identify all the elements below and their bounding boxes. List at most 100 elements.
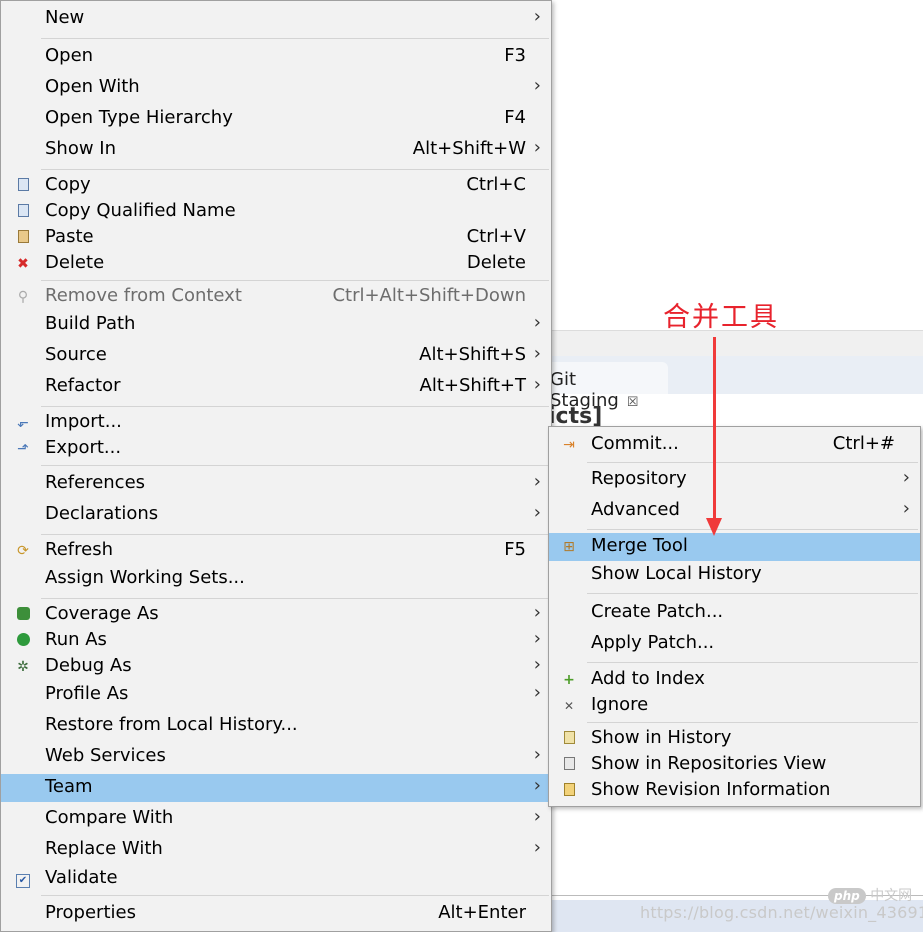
submenu-arrow-icon: ›	[533, 471, 541, 492]
refresh-icon: ⟳	[17, 543, 29, 559]
submenu-arrow-icon: ›	[533, 837, 541, 858]
submenu-item-advanced[interactable]: Advanced ›	[549, 497, 920, 525]
submenu-item-show-in-repositories-view[interactable]: Show in Repositories View	[549, 751, 920, 779]
menu-item-refactor[interactable]: Refactor Alt+Shift+T ›	[1, 373, 551, 401]
git-staging-tab[interactable]: Git Staging ☒	[540, 362, 668, 411]
revision-info-icon	[561, 783, 577, 799]
submenu-arrow-icon: ›	[533, 654, 541, 675]
menu-item-refresh[interactable]: ⟳ Refresh F5	[1, 537, 551, 565]
menu-item-paste[interactable]: Paste Ctrl+V	[1, 224, 551, 252]
submenu-arrow-icon: ›	[533, 744, 541, 765]
team-submenu: ⇥ Commit... Ctrl+# Repository › Advanced › ⊞…	[548, 426, 921, 807]
editor-toolbar	[540, 330, 923, 357]
watermark-text: https://blog.csdn.net/weixin_43691058	[640, 903, 923, 922]
menu-item-remove-from-context: ⚲ Remove from Context Ctrl+Alt+Shift+Down	[1, 283, 551, 311]
submenu-item-create-patch[interactable]: Create Patch...	[549, 599, 920, 627]
menu-item-source[interactable]: Source Alt+Shift+S ›	[1, 342, 551, 370]
annotation-arrow-head	[706, 518, 722, 536]
plus-icon: +	[563, 672, 575, 688]
bug-icon: ✲	[17, 659, 29, 675]
menu-separator	[41, 169, 549, 170]
menu-item-validate[interactable]: ✔ Validate	[1, 865, 551, 893]
menu-separator	[587, 722, 918, 723]
menu-separator	[41, 598, 549, 599]
menu-item-compare-with[interactable]: Compare With ›	[1, 805, 551, 833]
submenu-arrow-icon: ›	[533, 682, 541, 703]
submenu-item-repository[interactable]: Repository ›	[549, 466, 920, 494]
submenu-arrow-icon: ›	[902, 467, 910, 488]
menu-separator	[41, 280, 549, 281]
commit-icon: ⇥	[563, 437, 575, 453]
menu-separator	[41, 895, 549, 896]
submenu-item-show-local-history[interactable]: Show Local History	[549, 561, 920, 589]
menu-item-replace-with[interactable]: Replace With ›	[1, 836, 551, 864]
menu-item-show-in[interactable]: Show In Alt+Shift+W ›	[1, 136, 551, 164]
submenu-item-show-revision-information[interactable]: Show Revision Information	[549, 777, 920, 805]
menu-item-restore-from-local-history[interactable]: Restore from Local History...	[1, 712, 551, 740]
submenu-arrow-icon: ›	[533, 628, 541, 649]
export-icon: ⬏	[17, 441, 29, 457]
menu-item-team[interactable]: Team ›	[1, 774, 551, 802]
submenu-arrow-icon: ›	[533, 6, 541, 27]
coverage-icon	[15, 607, 31, 623]
submenu-item-apply-patch[interactable]: Apply Patch...	[549, 630, 920, 658]
menu-item-copy[interactable]: Copy Ctrl+C	[1, 172, 551, 200]
menu-item-open[interactable]: Open F3	[1, 43, 551, 71]
submenu-item-merge-tool[interactable]: ⊞ Merge Tool	[549, 533, 920, 561]
menu-separator	[41, 465, 549, 466]
submenu-arrow-icon: ›	[533, 806, 541, 827]
submenu-arrow-icon: ›	[533, 502, 541, 523]
submenu-arrow-icon: ›	[902, 498, 910, 519]
menu-separator	[587, 529, 918, 530]
menu-separator	[41, 406, 549, 407]
menu-item-web-services[interactable]: Web Services ›	[1, 743, 551, 771]
menu-item-coverage-as[interactable]: Coverage As ›	[1, 601, 551, 629]
history-icon	[561, 731, 577, 747]
submenu-item-show-in-history[interactable]: Show in History	[549, 725, 920, 753]
delete-icon: ✖	[17, 256, 29, 272]
merge-tool-icon: ⊞	[563, 539, 575, 555]
git-repository-icon	[561, 757, 577, 773]
menu-item-delete[interactable]: ✖ Delete Delete	[1, 250, 551, 278]
menu-item-copy-qualified-name[interactable]: Copy Qualified Name	[1, 198, 551, 226]
checkbox-icon: ✔	[15, 871, 31, 888]
context-menu: New › Open F3 Open With › Open Type Hierarc…	[0, 0, 552, 932]
submenu-item-add-to-index[interactable]: + Add to Index	[549, 666, 920, 694]
menu-separator	[587, 462, 918, 463]
menu-item-declarations[interactable]: Declarations ›	[1, 501, 551, 529]
submenu-arrow-icon: ›	[533, 775, 541, 796]
submenu-arrow-icon: ›	[533, 374, 541, 395]
copy-qualified-icon	[15, 204, 31, 220]
paste-icon	[15, 230, 31, 246]
menu-separator	[587, 593, 918, 594]
menu-item-export[interactable]: ⬏ Export...	[1, 435, 551, 463]
submenu-arrow-icon: ›	[533, 312, 541, 333]
menu-item-import[interactable]: ⬐ Import...	[1, 409, 551, 437]
submenu-arrow-icon: ›	[533, 343, 541, 364]
submenu-arrow-icon: ›	[533, 75, 541, 96]
menu-separator	[587, 662, 918, 663]
import-icon: ⬐	[17, 415, 29, 431]
menu-item-profile-as[interactable]: Profile As ›	[1, 681, 551, 709]
close-icon[interactable]: ☒	[627, 395, 639, 410]
menu-item-run-as[interactable]: Run As ›	[1, 627, 551, 655]
menu-item-references[interactable]: References ›	[1, 470, 551, 498]
menu-item-open-type-hierarchy[interactable]: Open Type Hierarchy F4	[1, 105, 551, 133]
submenu-item-commit[interactable]: ⇥ Commit... Ctrl+#	[549, 431, 920, 459]
menu-item-properties[interactable]: Properties Alt+Enter	[1, 900, 551, 928]
ignore-icon: ✕	[563, 699, 575, 713]
submenu-arrow-icon: ›	[533, 137, 541, 158]
submenu-arrow-icon: ›	[533, 602, 541, 623]
menu-separator	[41, 534, 549, 535]
menu-item-assign-working-sets[interactable]: Assign Working Sets...	[1, 565, 551, 593]
annotation-label: 合并工具	[663, 302, 779, 333]
menu-item-build-path[interactable]: Build Path ›	[1, 311, 551, 339]
menu-separator	[41, 38, 549, 39]
menu-item-new[interactable]: New ›	[1, 5, 551, 33]
submenu-item-ignore[interactable]: ✕ Ignore	[549, 692, 920, 720]
run-icon	[15, 633, 31, 649]
annotation-arrow-line	[713, 337, 716, 520]
menu-item-debug-as[interactable]: ✲ Debug As ›	[1, 653, 551, 681]
site-logo: php 中文网	[828, 885, 912, 905]
menu-item-open-with[interactable]: Open With ›	[1, 74, 551, 102]
